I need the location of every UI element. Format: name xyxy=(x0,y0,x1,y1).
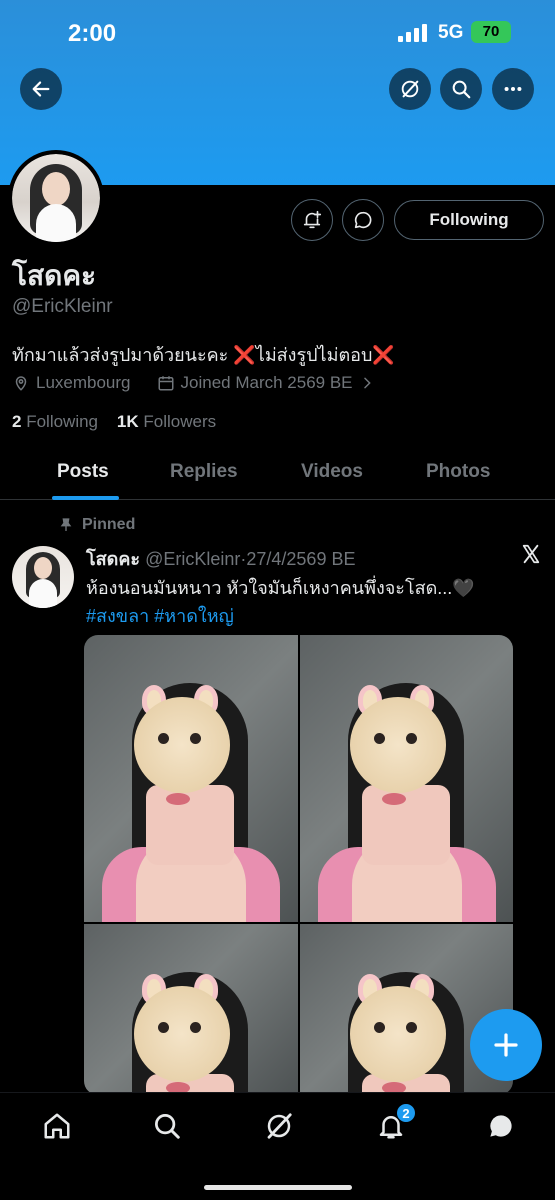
profile-handle: @EricKleinr xyxy=(12,296,113,317)
chevron-right-icon[interactable] xyxy=(359,375,375,391)
bell-plus-icon xyxy=(303,210,322,229)
profile-location: Luxembourg xyxy=(36,373,131,392)
pinned-label: Pinned xyxy=(58,516,135,534)
pinned-text: Pinned xyxy=(82,516,136,533)
post-author[interactable]: โสดคะ xyxy=(86,549,140,569)
followers-link[interactable]: 1K Followers xyxy=(117,412,216,431)
post-date[interactable]: 27/4/2569 BE xyxy=(246,549,355,569)
post-handle[interactable]: @EricKleinr xyxy=(145,549,240,569)
bio-text: ทักมาแล้วส่งรูปมาด้วยนะคะ xyxy=(12,345,234,365)
battery-indicator: 70 xyxy=(471,21,511,43)
back-button[interactable] xyxy=(20,68,62,110)
calendar-icon xyxy=(158,376,174,391)
profile-meta: Luxembourg Joined March 2569 BE xyxy=(12,373,375,393)
tab-posts[interactable]: Posts xyxy=(57,461,109,483)
post-text: ห้องนอนมันหนาว หัวใจมันก็เหงาคนพึ่งจะโสด… xyxy=(86,578,475,598)
notification-badge: 2 xyxy=(396,1103,416,1123)
location-icon xyxy=(15,376,27,391)
following-label: Following xyxy=(26,412,99,431)
message-button[interactable] xyxy=(342,199,384,241)
post-media-grid xyxy=(84,635,513,1095)
status-time: 2:00 xyxy=(68,20,117,47)
grok-icon xyxy=(401,80,419,98)
following-button[interactable]: Following xyxy=(394,200,544,240)
cross-mark-icon: ❌ xyxy=(233,345,256,365)
grok-icon xyxy=(267,1113,292,1139)
notification-subscribe-button[interactable] xyxy=(291,199,333,241)
nav-messages[interactable] xyxy=(486,1111,516,1141)
more-button[interactable] xyxy=(492,68,534,110)
tab-photos[interactable]: Photos xyxy=(426,461,490,483)
search-icon xyxy=(155,1114,180,1139)
pin-icon xyxy=(60,518,72,531)
status-bar: 2:00 5G 70 xyxy=(0,0,555,60)
post-photo-1[interactable] xyxy=(84,635,298,922)
home-indicator xyxy=(204,1185,352,1190)
more-icon xyxy=(504,86,522,92)
profile-name: โสดคะ xyxy=(12,260,97,291)
followers-count: 1K xyxy=(116,412,139,431)
post-header: โสดคะ @EricKleinr·27/4/2569 BE xyxy=(86,544,355,573)
bio-text-2: ไม่ส่งรูปไม่ตอบ xyxy=(255,345,373,365)
following-link[interactable]: 2 Following xyxy=(12,412,98,431)
back-arrow-icon xyxy=(32,81,50,97)
signal-icon xyxy=(398,24,427,42)
nav-home[interactable] xyxy=(42,1111,72,1141)
compose-post-button[interactable] xyxy=(470,1009,542,1081)
plus-icon xyxy=(494,1033,518,1057)
bottom-navigation xyxy=(0,1092,555,1200)
profile-tabs: Posts Replies Videos Photos xyxy=(0,448,555,500)
network-type: 5G xyxy=(438,22,464,43)
x-logo-icon xyxy=(522,544,540,564)
post-avatar[interactable] xyxy=(12,546,74,608)
profile-avatar[interactable] xyxy=(8,150,104,246)
cross-mark-icon: ❌ xyxy=(372,345,395,365)
post-hashtags[interactable]: #สงขลา #หาดใหญ่ xyxy=(86,601,234,630)
search-icon xyxy=(452,80,471,99)
nav-grok[interactable] xyxy=(264,1111,294,1141)
search-button[interactable] xyxy=(440,68,482,110)
followers-label: Followers xyxy=(143,412,217,431)
grok-button[interactable] xyxy=(389,68,431,110)
post-photo-3[interactable] xyxy=(84,924,298,1095)
profile-bio: ทักมาแล้วส่งรูปมาด้วยนะคะ ❌ไม่ส่งรูปไม่ต… xyxy=(12,340,395,369)
following-count: 2 xyxy=(12,412,22,431)
follow-stats: 2 Following 1K Followers xyxy=(12,412,216,432)
tab-replies[interactable]: Replies xyxy=(170,461,238,483)
tab-videos[interactable]: Videos xyxy=(301,461,363,483)
active-tab-indicator xyxy=(52,496,119,500)
post-photo-2[interactable] xyxy=(299,635,513,922)
nav-search[interactable] xyxy=(152,1111,182,1141)
message-icon xyxy=(354,211,372,229)
profile-joined: Joined March 2569 BE xyxy=(180,373,353,392)
home-icon xyxy=(44,1113,70,1139)
messages-icon xyxy=(490,1115,512,1137)
